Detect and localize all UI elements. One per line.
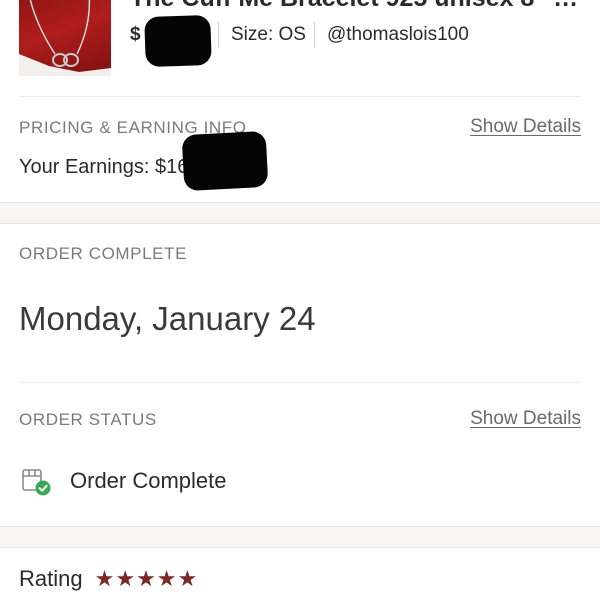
rating-row: Rating ★ ★ ★ ★ ★ bbox=[19, 564, 198, 594]
section-separator bbox=[0, 202, 600, 224]
order-status-label: ORDER STATUS bbox=[19, 410, 157, 429]
listing-thumbnail[interactable] bbox=[19, 0, 111, 76]
listing-summary[interactable]: The Cuff Me Bracelet 925 unisex 8" br...… bbox=[0, 0, 600, 96]
star-icon: ★ bbox=[156, 566, 177, 591]
divider bbox=[19, 382, 581, 383]
package-check-icon bbox=[19, 464, 53, 498]
section-separator bbox=[0, 526, 600, 548]
star-icon: ★ bbox=[177, 566, 198, 591]
redaction-mark bbox=[144, 14, 212, 68]
star-icon: ★ bbox=[136, 566, 156, 591]
order-complete-label: ORDER COMPLETE bbox=[19, 244, 188, 263]
seller-username[interactable]: @thomaslois100 bbox=[327, 24, 469, 46]
order-status-text: Order Complete bbox=[70, 468, 227, 493]
listing-title[interactable]: The Cuff Me Bracelet 925 unisex 8" br... bbox=[130, 0, 590, 13]
meta-divider bbox=[313, 22, 315, 48]
rating-stars: ★ ★ ★ ★ ★ bbox=[95, 568, 199, 590]
star-icon: ★ bbox=[115, 566, 136, 591]
star-icon: ★ bbox=[94, 566, 115, 591]
order-status-row: Order Complete bbox=[19, 464, 227, 498]
order-complete-date: Monday, January 24 bbox=[19, 300, 316, 337]
bracelet-photo-icon bbox=[19, 0, 111, 76]
order-details-page: The Cuff Me Bracelet 925 unisex 8" br...… bbox=[0, 0, 600, 600]
divider bbox=[19, 96, 581, 97]
redaction-mark bbox=[181, 130, 269, 192]
order-status-show-details-link[interactable]: Show Details bbox=[470, 408, 581, 430]
pricing-show-details-link[interactable]: Show Details bbox=[470, 116, 581, 138]
listing-size: Size: OS bbox=[231, 24, 306, 45]
your-earnings: Your Earnings: $16 bbox=[19, 156, 189, 178]
rating-label: Rating bbox=[19, 566, 83, 591]
meta-divider bbox=[218, 22, 219, 48]
